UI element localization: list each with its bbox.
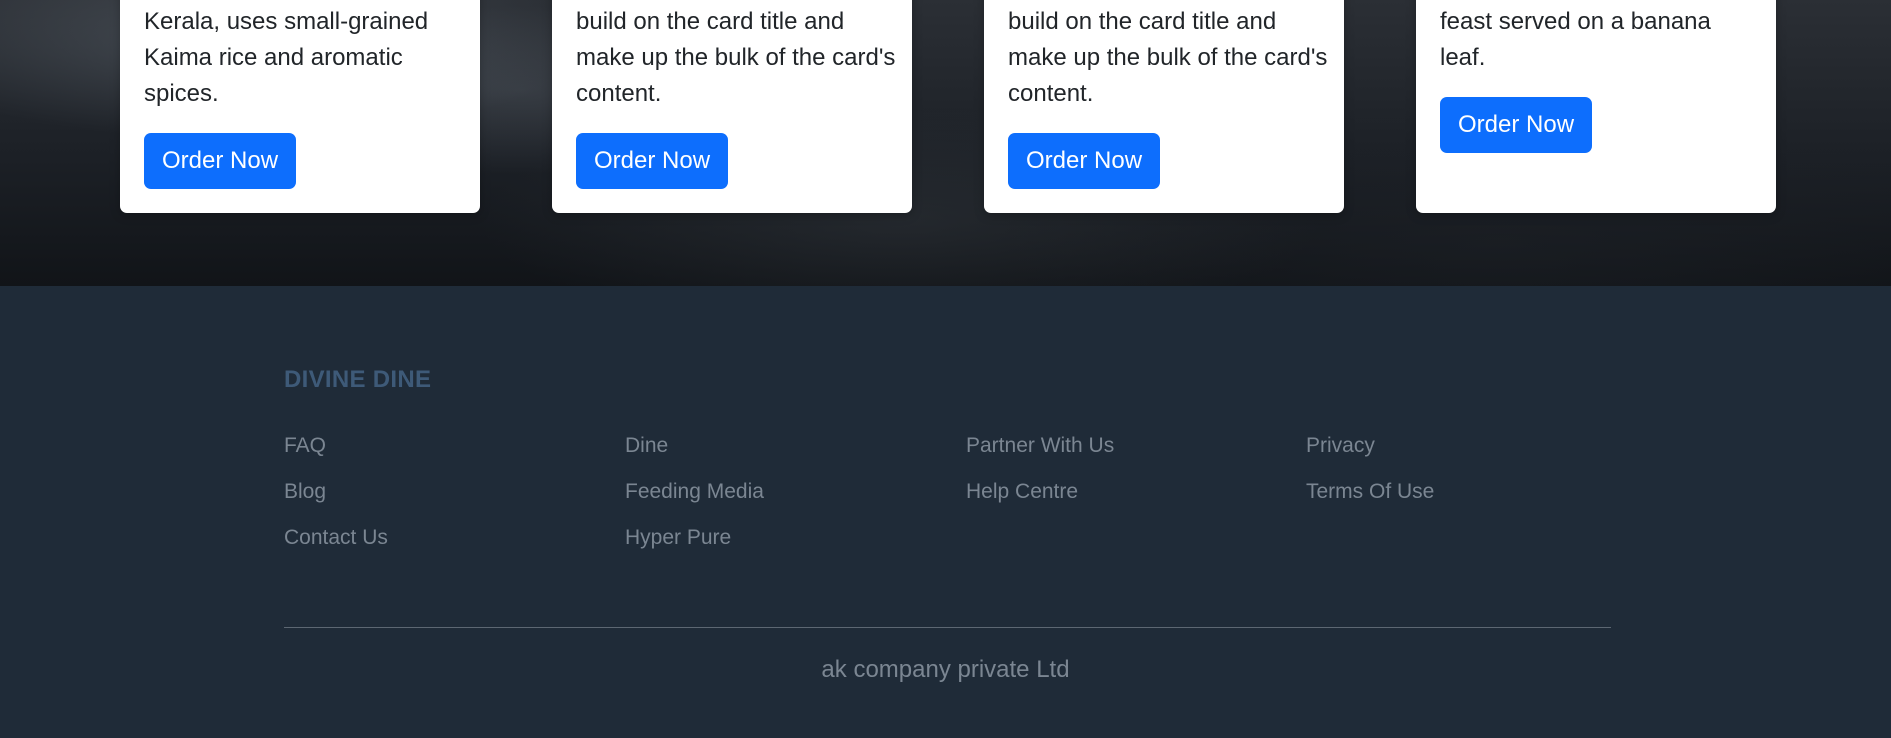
page: Kerala, uses small-grained Kaima rice an…	[0, 0, 1891, 738]
menu-section: Kerala, uses small-grained Kaima rice an…	[0, 0, 1891, 286]
order-now-button[interactable]: Order Now	[1008, 133, 1161, 189]
footer-link-help-centre[interactable]: Help Centre	[966, 480, 1266, 526]
footer-brand: DIVINE DINE	[284, 366, 432, 393]
footer-link-partner-with-us[interactable]: Partner With Us	[966, 434, 1266, 480]
footer-links-column-4: Privacy Terms Of Use	[1306, 434, 1606, 526]
dish-card-2: build on the card title and make up the …	[552, 0, 912, 213]
card-text: build on the card title and make up the …	[1008, 8, 1328, 107]
card-text: build on the card title and make up the …	[576, 8, 896, 107]
footer-link-privacy[interactable]: Privacy	[1306, 434, 1606, 480]
footer-links-column-2: Dine Feeding Media Hyper Pure	[625, 434, 925, 572]
footer-link-faq[interactable]: FAQ	[284, 434, 584, 480]
footer-links-column-1: FAQ Blog Contact Us	[284, 434, 584, 572]
dish-card-3: build on the card title and make up the …	[984, 0, 1344, 213]
order-now-button[interactable]: Order Now	[1440, 97, 1593, 153]
footer-link-contact-us[interactable]: Contact Us	[284, 526, 584, 572]
footer-divider	[284, 627, 1611, 628]
footer: DIVINE DINE FAQ Blog Contact Us Dine Fee…	[0, 286, 1891, 738]
card-text: Kerala, uses small-grained Kaima rice an…	[144, 8, 429, 107]
dish-card-4: feast served on a banana leaf. Order Now	[1416, 0, 1776, 213]
copyright-text: ak company private Ltd	[821, 656, 1070, 683]
order-now-button[interactable]: Order Now	[144, 133, 297, 189]
footer-link-hyper-pure[interactable]: Hyper Pure	[625, 526, 925, 572]
card-text: feast served on a banana leaf.	[1440, 8, 1711, 71]
footer-link-feeding-media[interactable]: Feeding Media	[625, 480, 925, 526]
footer-links-column-3: Partner With Us Help Centre	[966, 434, 1266, 526]
footer-link-blog[interactable]: Blog	[284, 480, 584, 526]
footer-link-dine[interactable]: Dine	[625, 434, 925, 480]
footer-link-terms-of-use[interactable]: Terms Of Use	[1306, 480, 1606, 526]
order-now-button[interactable]: Order Now	[576, 133, 729, 189]
dish-card-1: Kerala, uses small-grained Kaima rice an…	[120, 0, 480, 213]
